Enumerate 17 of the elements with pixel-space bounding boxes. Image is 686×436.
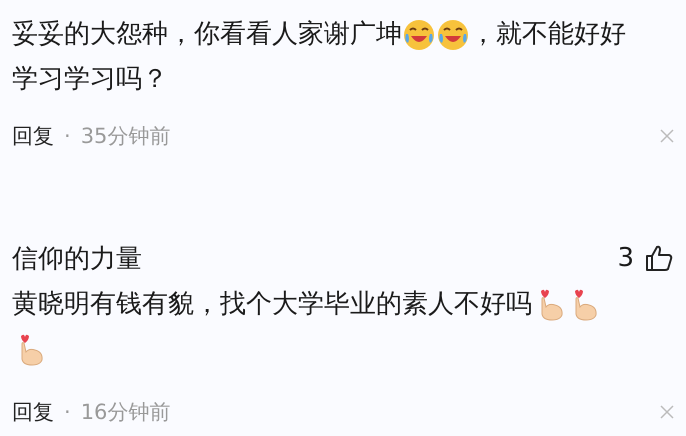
timestamp: 16分钟前 — [80, 399, 172, 426]
separator-dot: · — [64, 400, 71, 424]
reply-link[interactable]: 回复 — [12, 122, 54, 150]
reply-link[interactable]: 回复 — [12, 398, 54, 426]
comment-text: 学习学习吗？ — [12, 63, 168, 96]
comment-text: 妥妥的大怨种，你看看人家谢广坤 — [12, 18, 402, 51]
thumbs-up-icon[interactable] — [644, 243, 674, 273]
like-count: 3 — [617, 243, 634, 273]
close-icon[interactable] — [660, 129, 674, 143]
username[interactable]: 信仰的力量 — [12, 240, 142, 276]
separator-dot: · — [64, 124, 71, 148]
timestamp: 35分钟前 — [80, 123, 172, 150]
close-icon[interactable] — [660, 405, 674, 419]
comment-text: 黄晓明有钱有貌，找个大学毕业的素人不好吗 — [12, 288, 532, 321]
laughing-emoji-icon — [403, 18, 435, 50]
laughing-emoji-icon — [437, 18, 469, 50]
comment-text: ，就不能好好 — [470, 18, 626, 51]
